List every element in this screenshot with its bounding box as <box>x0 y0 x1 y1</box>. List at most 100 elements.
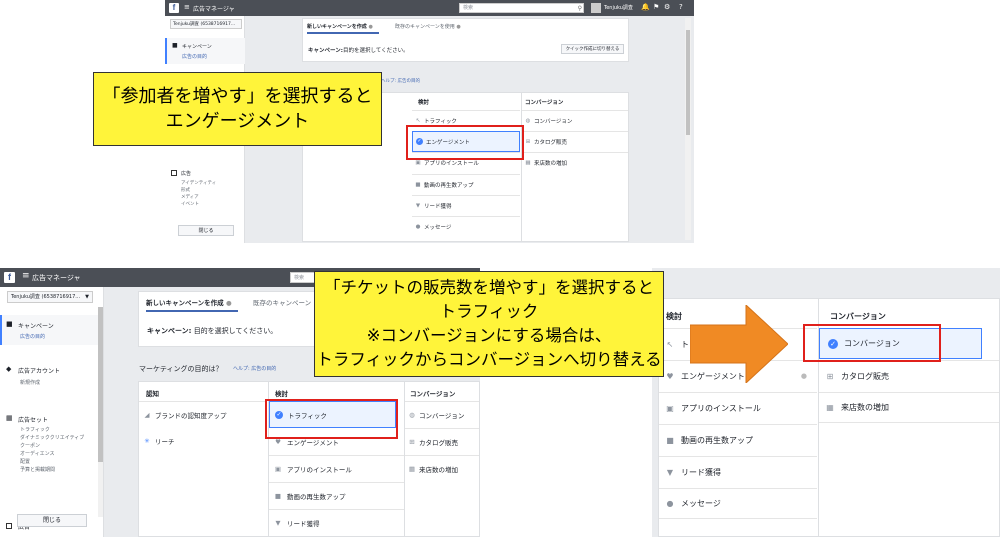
col-conversion-header: コンバージョン <box>525 100 564 106</box>
item-label: 動画の再生数アップ <box>287 492 346 501</box>
close-button-label: 閉じる <box>42 517 61 524</box>
nav-campaign-label: キャンペーン <box>18 323 54 330</box>
top-consideration-item-3[interactable]: ■ 動画の再生数アップ <box>412 174 520 194</box>
funnel-icon: ▼ <box>666 467 674 477</box>
bl-conversion-item-1[interactable]: ⊞ カタログ販売 <box>405 428 479 454</box>
nav-adset-sub-0[interactable]: トラフィック <box>20 426 50 433</box>
item-label: コンバージョン <box>534 118 573 125</box>
tab-new-campaign[interactable]: 新しいキャンペーンを作成 ● <box>307 21 379 34</box>
nav-campaign[interactable] <box>0 315 98 345</box>
account-select[interactable]: Tenjuku調査 (6538716917... ▼ <box>7 291 93 303</box>
bl-consideration-item-4[interactable]: ▼ リード獲得 <box>269 509 404 535</box>
bl-conversion-item-2[interactable]: ▦ 来店数の増加 <box>405 455 479 481</box>
objective-question: マーケティングの目的は？ <box>139 365 223 373</box>
nav-account-label: 広告アカウント <box>18 368 61 375</box>
gear-icon[interactable]: ⚙ <box>664 3 670 11</box>
top-consideration-item-4[interactable]: ▼ リード獲得 <box>412 195 520 215</box>
item-label: カタログ販売 <box>419 438 458 447</box>
funnel-icon: ▼ <box>275 518 281 527</box>
nav-adset-sub-2[interactable]: クーポン <box>20 442 40 449</box>
nav-adset-sub-4[interactable]: 配置 <box>20 458 30 465</box>
item-label: リード獲得 <box>681 467 721 477</box>
top-conversion-item-0[interactable]: ◍ コンバージョン <box>522 110 628 130</box>
menu-icon[interactable]: ≡ <box>22 271 30 281</box>
search-icon[interactable]: ⚲ <box>578 4 582 13</box>
box-icon: ▣ <box>274 464 282 473</box>
briefcase-icon: ■ <box>172 42 178 49</box>
tab-new-label: 新しいキャンペーンを作成 <box>146 299 224 307</box>
menu-icon[interactable]: ≡ <box>184 3 190 11</box>
flag-icon[interactable]: ⚑ <box>653 3 659 11</box>
item-label: カタログ販売 <box>841 371 889 381</box>
nav-ad-sub-0[interactable]: アイデンティティ <box>181 180 216 186</box>
square-icon <box>6 523 12 529</box>
nav-account-sub[interactable]: 新規作成 <box>20 379 40 386</box>
tab-existing-campaign[interactable]: 既存のキャンペーンを使用 ● <box>395 21 475 34</box>
quick-create-label: クイック作成に切り替える <box>565 47 620 52</box>
search-input[interactable]: 検索 ⚲ <box>459 3 584 13</box>
quick-create-button[interactable]: クイック作成に切り替える <box>561 44 624 54</box>
item-label: アプリのインストール <box>681 403 761 413</box>
callout-line: トラフィックからコンバージョンへ切り替える <box>316 350 662 369</box>
nav-adset-label: 広告セット <box>18 417 49 424</box>
bl-awareness-item-0[interactable]: ◢ ブランドの認知度アップ <box>139 401 267 427</box>
nav-adset-sub-5[interactable]: 予算と掲載期間 <box>20 466 55 473</box>
callout-engagement: 「参加者を増やす」を選択すると エンゲージメント <box>93 72 382 146</box>
br-consideration-item-5[interactable]: ● メッセージ <box>659 488 817 519</box>
close-button[interactable]: 閉じる <box>178 225 234 236</box>
objective-help-link[interactable]: ヘルプ: 広告の目的 <box>233 365 276 372</box>
callout-line: 「チケットの販売数を増やす」を選択すると <box>324 278 654 297</box>
cart-icon: ⊞ <box>409 437 415 446</box>
col-consideration-header: 検討 <box>666 312 682 321</box>
chat-bubble-icon: ● <box>666 499 674 508</box>
scrollbar-thumb[interactable] <box>98 307 103 462</box>
item-label: リード獲得 <box>424 203 452 210</box>
campaign-prompt-label: キャンペーン: <box>308 48 343 54</box>
account-select[interactable]: Tenjuku調査 (6538716917... <box>170 19 242 29</box>
nav-ad-sub-3[interactable]: イベント <box>181 201 199 207</box>
callout-line: トラフィック <box>439 302 539 321</box>
tab-new-campaign[interactable]: 新しいキャンペーンを作成 ● <box>146 296 238 312</box>
top-conversion-item-2[interactable]: ▦ 来店数の増加 <box>522 152 628 172</box>
top-conversion-item-1[interactable]: ⊞ カタログ販売 <box>522 131 628 151</box>
chat-bubble-icon: ● <box>415 223 421 230</box>
nav-ad-sub-1[interactable]: 形式 <box>181 187 190 193</box>
scrollbar[interactable] <box>685 18 691 240</box>
br-consideration-item-4[interactable]: ▼ リード獲得 <box>659 456 817 487</box>
nav-campaign-sub[interactable]: 広告の目的 <box>20 333 45 340</box>
bl-left-nav: Tenjuku調査 (6538716917... ▼ ■ キャンペーン 広告の目… <box>0 287 104 537</box>
item-label: コンバージョン <box>419 411 465 420</box>
top-campaign-panel: 新しいキャンペーンを作成 ● 既存のキャンペーンを使用 ● キャンペーン:目的を… <box>302 18 629 62</box>
br-consideration-item-2[interactable]: ▣ アプリのインストール <box>659 392 817 423</box>
search-placeholder: 検索 <box>463 5 474 11</box>
avatar[interactable] <box>591 3 601 13</box>
br-conversion-item-1[interactable]: ⊞ カタログ販売 <box>819 360 999 391</box>
bl-scrollbar[interactable] <box>98 307 103 517</box>
nav-ad-sub-2[interactable]: メディア <box>181 194 199 200</box>
pin-icon: ◆ <box>6 365 12 373</box>
account-select-value: Tenjuku調査 (6538716917... <box>11 294 81 300</box>
video-icon: ■ <box>415 181 421 188</box>
nav-adset-sub-1[interactable]: ダイナミッククリエイティブ <box>20 434 84 441</box>
bl-consideration-item-2[interactable]: ▣ アプリのインストール <box>269 455 404 481</box>
nav-campaign-sub[interactable]: 広告の目的 <box>182 53 207 60</box>
tab-new-label: 新しいキャンペーンを作成 <box>307 24 367 30</box>
br-conversion-item-2[interactable]: ▦ 来店数の増加 <box>819 392 999 423</box>
store-icon: ▦ <box>408 464 416 473</box>
nav-adset-sub-3[interactable]: オーディエンス <box>20 450 55 457</box>
user-name[interactable]: Tenjuku調査 <box>604 4 633 11</box>
br-consideration-item-3[interactable]: ■ 動画の再生数アップ <box>659 424 817 455</box>
bl-awareness-item-1[interactable]: ✳ リーチ <box>139 428 267 454</box>
facebook-logo-icon[interactable]: f <box>169 3 179 13</box>
info-icon: ● <box>368 24 373 30</box>
top-consideration-item-5[interactable]: ● メッセージ <box>412 216 520 236</box>
objective-help-link[interactable]: ヘルプ: 広告の目的 <box>381 78 420 84</box>
facebook-logo-icon[interactable]: f <box>4 272 15 283</box>
bl-consideration-item-3[interactable]: ■ 動画の再生数アップ <box>269 482 404 508</box>
scrollbar-thumb[interactable] <box>686 30 690 135</box>
close-button[interactable]: 閉じる <box>17 514 87 527</box>
notification-icon[interactable]: 🔔 <box>641 3 650 11</box>
bl-conversion-item-0[interactable]: ◍ コンバージョン <box>405 401 479 427</box>
help-icon[interactable]: ? <box>679 3 683 11</box>
campaign-prompt-text: 目的を選択してください。 <box>193 327 278 335</box>
